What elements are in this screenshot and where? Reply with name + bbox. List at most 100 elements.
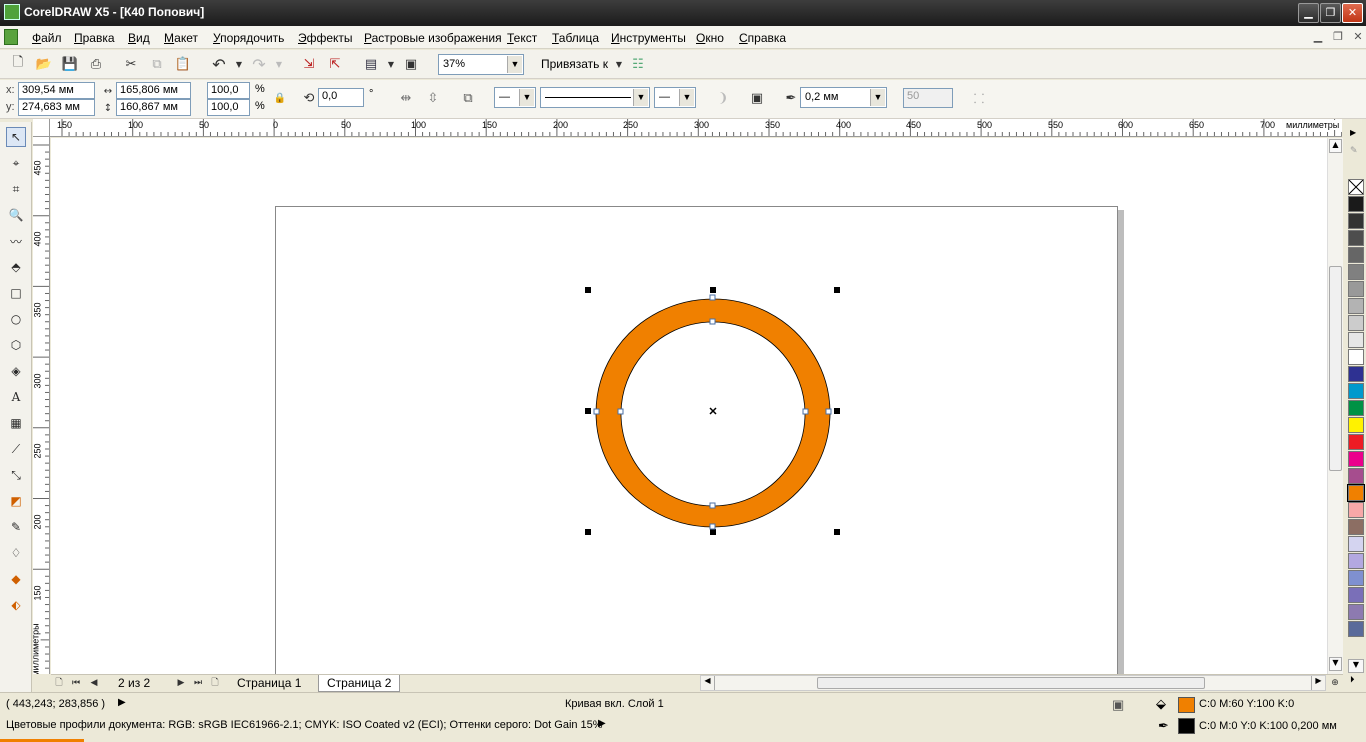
palette-swatch[interactable] <box>1348 196 1364 212</box>
palette-swatch[interactable] <box>1348 587 1364 603</box>
last-page-icon[interactable]: ⏭ <box>192 677 204 689</box>
palette-swatch[interactable] <box>1348 621 1364 637</box>
tab-page-2[interactable]: Страница 2 <box>318 675 401 692</box>
freehand-tool-icon[interactable]: 〰 <box>6 231 26 251</box>
add-page-after-icon[interactable]: 🗋 <box>209 677 221 689</box>
print-icon[interactable]: ⎙ <box>87 55 105 73</box>
maximize-button[interactable]: ❐ <box>1320 3 1341 23</box>
minimize-button[interactable]: ▁ <box>1298 3 1319 23</box>
welcome-screen-icon[interactable]: ▣ <box>402 55 420 73</box>
ungroup-icon[interactable]: ⧉ <box>459 89 477 107</box>
menu-layout[interactable]: Макет <box>164 31 198 45</box>
fill-tool-icon[interactable]: ◆ <box>6 569 26 589</box>
scroll-down-icon[interactable]: ▼ <box>1329 657 1342 671</box>
redo-dropdown-icon[interactable]: ▼ <box>270 55 288 73</box>
curve-smoothing-input[interactable]: 50 <box>903 88 953 108</box>
dimension-tool-icon[interactable]: ⟋ <box>6 439 26 459</box>
save-icon[interactable]: 💾 <box>61 55 79 73</box>
palette-scroll-down-icon[interactable]: ▼ <box>1348 659 1364 673</box>
palette-swatch[interactable] <box>1348 519 1364 535</box>
palette-swatch[interactable] <box>1348 366 1364 382</box>
palette-swatch[interactable] <box>1348 230 1364 246</box>
profiles-expand-icon[interactable]: ▶ <box>598 718 606 729</box>
scale-y-input[interactable]: 100,0 <box>207 99 250 116</box>
horizontal-scrollbar[interactable]: ◀ ▶ <box>700 675 1326 691</box>
x-position-input[interactable]: 309,54 мм <box>18 82 95 99</box>
palette-swatch[interactable] <box>1348 502 1364 518</box>
drawing-canvas[interactable] <box>51 138 1327 674</box>
palette-swatch[interactable] <box>1348 264 1364 280</box>
palette-swatch[interactable] <box>1348 349 1364 365</box>
no-color-swatch[interactable] <box>1348 179 1364 195</box>
blend-tool-icon[interactable]: ◩ <box>6 491 26 511</box>
mirror-vertical-icon[interactable]: ⇳ <box>424 89 442 107</box>
snap-to-button[interactable]: Привязать к <box>541 57 608 71</box>
menu-window[interactable]: Окно <box>696 31 724 45</box>
end-arrow-select[interactable]: — ▼ <box>654 87 696 108</box>
snap-dropdown-icon[interactable]: ▼ <box>610 55 628 73</box>
close-curve-icon[interactable]: ▣ <box>748 89 766 107</box>
menu-text[interactable]: Текст <box>507 31 537 45</box>
horizontal-scroll-thumb[interactable] <box>817 677 1205 689</box>
palette-swatch[interactable] <box>1348 332 1364 348</box>
reverse-direction-icon[interactable]: ❩ <box>714 89 732 107</box>
undo-icon[interactable]: ↶ <box>210 55 228 74</box>
palette-swatch[interactable] <box>1348 400 1364 416</box>
copy-icon[interactable]: ⧉ <box>148 55 166 73</box>
height-input[interactable]: 160,867 мм <box>116 99 191 116</box>
palette-swatch[interactable] <box>1348 468 1364 484</box>
export-icon[interactable]: ⇱ <box>326 55 344 73</box>
table-tool-icon[interactable]: ▦ <box>6 413 26 433</box>
crop-tool-icon[interactable]: ⌗ <box>6 179 26 199</box>
launcher-dropdown-icon[interactable]: ▼ <box>382 55 400 73</box>
palette-swatch[interactable] <box>1348 553 1364 569</box>
palette-swatch[interactable] <box>1348 383 1364 399</box>
menu-tools[interactable]: Инструменты <box>611 31 686 45</box>
scale-x-input[interactable]: 100,0 <box>207 82 250 99</box>
start-arrow-select[interactable]: — ▼ <box>494 87 536 108</box>
application-launcher-icon[interactable]: ▤ <box>362 55 380 73</box>
lock-ratio-icon[interactable]: 🔒 <box>271 89 289 107</box>
shape-tool-icon[interactable]: ⌖ <box>6 153 26 173</box>
scroll-right-icon[interactable]: ▶ <box>1311 676 1325 690</box>
text-tool-icon[interactable]: A <box>6 387 26 407</box>
palette-scroll-up-icon[interactable]: ▶ <box>1350 128 1362 140</box>
eyedropper-tool-icon[interactable]: ✎ <box>6 517 26 537</box>
boundary-icon[interactable]: ⸬ <box>970 89 988 107</box>
basic-shapes-tool-icon[interactable]: ◈ <box>6 361 26 381</box>
palette-swatch[interactable] <box>1348 604 1364 620</box>
cut-icon[interactable]: ✂ <box>122 55 140 73</box>
eyedropper-icon[interactable]: ✎ <box>1350 146 1362 158</box>
navigator-icon[interactable]: ⊕ <box>1329 677 1341 689</box>
y-position-input[interactable]: 274,683 мм <box>18 99 95 116</box>
vertical-scroll-thumb[interactable] <box>1329 266 1342 471</box>
palette-swatch[interactable] <box>1348 451 1364 467</box>
menu-bitmaps[interactable]: Растровые изображения <box>364 31 502 45</box>
add-page-before-icon[interactable]: 🗋 <box>53 677 65 689</box>
menu-view[interactable]: Вид <box>128 31 150 45</box>
zoom-level-select[interactable]: 37% ▼ <box>438 54 524 75</box>
rectangle-tool-icon[interactable]: □ <box>6 283 26 303</box>
menu-arrange[interactable]: Упорядочить <box>213 31 284 45</box>
vertical-scrollbar[interactable]: ▲ ▼ <box>1327 138 1343 674</box>
zoom-tool-icon[interactable]: 🔍 <box>6 205 26 225</box>
palette-swatch[interactable] <box>1348 315 1364 331</box>
new-document-icon[interactable]: 🗋 <box>9 55 27 73</box>
interactive-fill-tool-icon[interactable]: ⬖ <box>6 595 26 615</box>
first-page-icon[interactable]: ⏮ <box>70 677 82 689</box>
palette-swatch[interactable] <box>1347 484 1365 502</box>
palette-swatch[interactable] <box>1348 570 1364 586</box>
menu-effects[interactable]: Эффекты <box>298 31 353 45</box>
palette-swatch[interactable] <box>1348 434 1364 450</box>
outline-width-select[interactable]: 0,2 мм ▼ <box>800 87 887 108</box>
line-style-select[interactable]: ▼ <box>540 87 650 108</box>
palette-swatch[interactable] <box>1348 536 1364 552</box>
connector-tool-icon[interactable]: ⤡ <box>6 465 26 485</box>
color-proof-icon[interactable]: ▣ <box>1112 697 1124 713</box>
paste-icon[interactable]: 📋 <box>174 55 192 73</box>
fill-color-swatch[interactable] <box>1178 697 1195 713</box>
menu-table[interactable]: Таблица <box>552 31 599 45</box>
outline-color-swatch[interactable] <box>1178 718 1195 734</box>
status-expand-icon[interactable]: ▶ <box>118 697 126 708</box>
palette-swatch[interactable] <box>1348 213 1364 229</box>
